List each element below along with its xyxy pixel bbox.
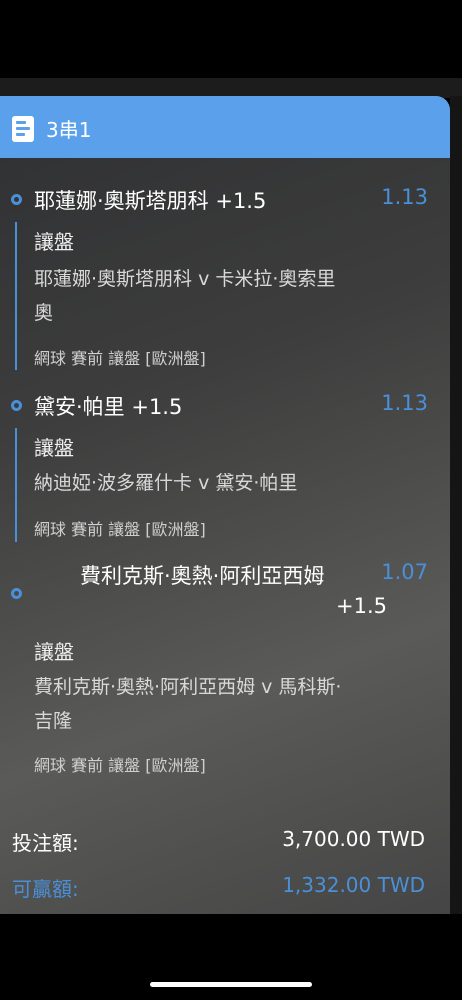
leg-meta: 網球 賽前 讓盤 [歐洲盤] [34, 349, 206, 368]
leg-match: 耶蓮娜·奧斯塔朋科 v 卡米拉·奧索里 奧 [34, 268, 336, 324]
leg-odds: 1.13 [381, 391, 428, 415]
leg-market: 讓盤 [34, 640, 74, 664]
leg-bullet-icon [11, 194, 22, 205]
leg-odds: 1.07 [381, 560, 428, 584]
leg-market: 讓盤 [34, 436, 74, 460]
leg-meta: 網球 賽前 讓盤 [歐洲盤] [34, 756, 206, 775]
leg-meta: 網球 賽前 讓盤 [歐洲盤] [34, 520, 206, 539]
leg-bullet-icon [11, 588, 22, 599]
leg-market: 讓盤 [34, 230, 74, 254]
leg-match: 納迪婭·波多羅什卡 v 黛安·帕里 [34, 472, 298, 494]
leg-bullet-icon [11, 400, 22, 411]
leg-odds: 1.13 [381, 185, 428, 209]
leg-connector-line [15, 222, 17, 370]
bet-slip-panel: 3串1 耶蓮娜·奧斯塔朋科 +1.5 1.13 讓盤 耶蓮娜·奧斯塔朋科 v 卡… [0, 96, 450, 914]
background-right-edge [450, 96, 462, 914]
potential-win-value: 1,332.00 TWD [282, 873, 425, 897]
leg-match: 費利克斯·奧熱·阿利亞西姆 v 馬科斯· 吉隆 [34, 676, 342, 732]
bet-slip-header[interactable]: 3串1 [0, 96, 450, 158]
leg-selection-line: +1.5 [336, 594, 387, 618]
bet-type-title: 3串1 [46, 118, 92, 142]
document-icon [12, 116, 34, 142]
stake-label: 投注額: [12, 831, 79, 855]
potential-win-label: 可贏額: [12, 877, 79, 901]
leg-connector-line [15, 428, 17, 542]
background-app-strip [0, 78, 462, 98]
home-indicator[interactable] [150, 982, 312, 987]
leg-selection: 耶蓮娜·奧斯塔朋科 +1.5 [34, 189, 267, 213]
leg-selection: 黛安·帕里 +1.5 [34, 395, 183, 419]
leg-selection: 費利克斯·奧熱·阿利亞西姆 [80, 564, 325, 588]
stake-value: 3,700.00 TWD [282, 827, 425, 851]
